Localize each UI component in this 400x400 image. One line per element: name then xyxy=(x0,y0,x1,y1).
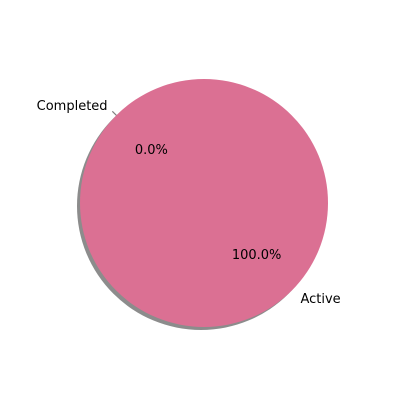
percent-label-active: 100.0% xyxy=(232,248,282,263)
pie-slices xyxy=(80,79,328,327)
category-label-active: Active xyxy=(300,292,340,307)
pie-chart: Completed 0.0% Active 100.0% xyxy=(37,79,341,330)
category-label-completed: Completed xyxy=(37,99,108,114)
percent-label-completed: 0.0% xyxy=(135,143,168,158)
slice-active xyxy=(80,79,328,327)
